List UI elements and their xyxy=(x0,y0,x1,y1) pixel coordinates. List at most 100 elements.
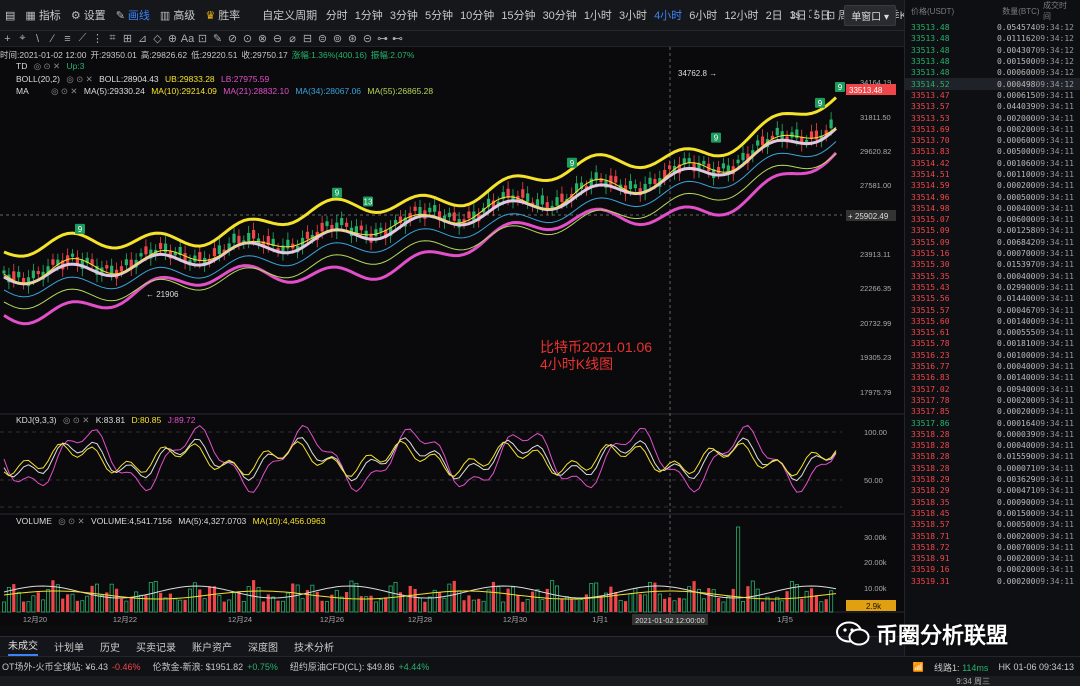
fullscreen-icon[interactable]: ⛶ xyxy=(809,9,817,22)
trade-row[interactable]: 33513.48 0.001500 09:34:12 xyxy=(905,56,1080,67)
draw-tool-icon[interactable]: ⊛ xyxy=(345,32,360,45)
trade-row[interactable]: 33515.57 0.000467 09:34:11 xyxy=(905,304,1080,315)
draw-tool-icon[interactable]: ⌀ xyxy=(285,32,300,45)
draw-tool-icon[interactable]: ⊖ xyxy=(270,32,285,45)
draw-tool-icon[interactable]: + xyxy=(0,33,15,45)
kline-chart[interactable]: 9 9 13 9 9 9 9 34762.8 → ← 21906 34164.19 31811.50… xyxy=(0,47,904,625)
draw-tool-icon[interactable]: ⊞ xyxy=(120,32,135,45)
trade-row[interactable]: 33514.96 0.000500 09:34:11 xyxy=(905,191,1080,202)
trade-row[interactable]: 33515.09 0.001258 09:34:11 xyxy=(905,225,1080,236)
period-tab[interactable]: 2日 xyxy=(766,7,783,23)
trade-row[interactable]: 33517.85 0.000200 09:34:11 xyxy=(905,406,1080,417)
trade-row[interactable]: 33514.52 0.000498 09:34:12 xyxy=(905,78,1080,90)
ticker-item[interactable]: 伦敦金-新浪: $1951.82 +0.75% xyxy=(153,660,278,673)
trade-row[interactable]: 33518.28 0.000071 09:34:11 xyxy=(905,463,1080,474)
bottom-tab[interactable]: 买卖记录 xyxy=(136,639,176,654)
draw-tool-icon[interactable]: ⊿ xyxy=(135,32,150,45)
trade-row[interactable]: 33516.23 0.001000 09:34:11 xyxy=(905,350,1080,361)
draw-tool-icon[interactable]: ⊘ xyxy=(225,32,240,45)
trade-row[interactable]: 33514.51 0.001100 09:34:11 xyxy=(905,169,1080,180)
trade-row[interactable]: 33513.47 0.000615 09:34:11 xyxy=(905,90,1080,101)
trade-row[interactable]: 33513.69 0.000200 09:34:11 xyxy=(905,124,1080,135)
draw-tool-icon[interactable]: ⌖ xyxy=(15,32,30,45)
period-tab[interactable]: 3小时 xyxy=(619,7,647,23)
toolbar-gear-button[interactable]: ⚙ 设置 xyxy=(71,7,106,23)
period-tab[interactable]: 分时 xyxy=(326,7,348,23)
draw-tool-icon[interactable]: ⊶ xyxy=(375,32,390,45)
trade-row[interactable]: 33517.78 0.000200 09:34:11 xyxy=(905,395,1080,406)
line-status[interactable]: 线路1: 114ms xyxy=(934,661,988,674)
trade-row[interactable]: 33517.86 0.000164 09:34:11 xyxy=(905,417,1080,428)
trade-row[interactable]: 33518.91 0.000200 09:34:11 xyxy=(905,553,1080,564)
draw-tool-icon[interactable]: ✎ xyxy=(210,32,225,45)
trade-row[interactable]: 33518.57 0.000500 09:34:11 xyxy=(905,519,1080,530)
trade-row[interactable]: 33517.02 0.009400 09:34:11 xyxy=(905,384,1080,395)
toolbar-chart-bars-button[interactable]: ▦ 指标 xyxy=(25,7,60,23)
bottom-tab[interactable]: 账户资产 xyxy=(192,639,232,654)
period-tab[interactable]: 1小时 xyxy=(584,7,612,23)
period-tab[interactable]: 10分钟 xyxy=(460,7,494,23)
trade-row[interactable]: 33515.09 0.006842 09:34:11 xyxy=(905,237,1080,248)
trade-row[interactable]: 33515.35 0.000400 09:34:11 xyxy=(905,271,1080,282)
trade-row[interactable]: 33514.42 0.001060 09:34:11 xyxy=(905,158,1080,169)
ticker-item[interactable]: 纽约原油CFD(CL): $49.86 +4.44% xyxy=(290,660,429,673)
trade-row[interactable]: 33518.29 0.000471 09:34:11 xyxy=(905,485,1080,496)
interval-label[interactable]: 1s xyxy=(790,10,801,21)
draw-tool-icon[interactable]: ⊜ xyxy=(315,32,330,45)
trade-row[interactable]: 33518.28 0.000400 09:34:11 xyxy=(905,440,1080,451)
trade-row[interactable]: 33516.83 0.001400 09:34:11 xyxy=(905,372,1080,383)
draw-tool-icon[interactable]: ⊙ xyxy=(240,32,255,45)
draw-tool-icon[interactable]: ∕ xyxy=(45,33,60,45)
trade-row[interactable]: 33515.30 0.015397 09:34:11 xyxy=(905,259,1080,270)
trade-row[interactable]: 33513.48 0.004307 09:34:12 xyxy=(905,45,1080,56)
trade-row[interactable]: 33516.77 0.000400 09:34:11 xyxy=(905,361,1080,372)
trade-row[interactable]: 33515.07 0.006000 09:34:11 xyxy=(905,214,1080,225)
draw-tool-icon[interactable]: ⋮ xyxy=(90,32,105,45)
trade-row[interactable]: 33515.61 0.000555 09:34:11 xyxy=(905,327,1080,338)
period-tab[interactable]: 30分钟 xyxy=(543,7,577,23)
crosshair-tool[interactable]: ▤ xyxy=(5,9,15,22)
toolbar-trophy-button[interactable]: ♛ 胜率 xyxy=(205,7,240,23)
custom-period-button[interactable]: 自定义周期 xyxy=(262,7,317,23)
draw-tool-icon[interactable]: ⊗ xyxy=(255,32,270,45)
draw-tool-icon[interactable]: ◇ xyxy=(150,32,165,45)
draw-tool-icon[interactable]: ⊟ xyxy=(300,32,315,45)
period-tab[interactable]: 6小时 xyxy=(689,7,717,23)
bottom-tab[interactable]: 历史 xyxy=(100,639,120,654)
trade-row[interactable]: 33515.16 0.000700 09:34:11 xyxy=(905,248,1080,259)
trade-row[interactable]: 33513.83 0.005000 09:34:11 xyxy=(905,146,1080,157)
trade-row[interactable]: 33519.16 0.000200 09:34:11 xyxy=(905,564,1080,575)
period-tab[interactable]: 15分钟 xyxy=(501,7,535,23)
trade-row[interactable]: 33519.31 0.000200 09:34:11 xyxy=(905,576,1080,587)
bottom-tab[interactable]: 深度图 xyxy=(248,639,278,654)
camera-icon[interactable]: ⊡ xyxy=(826,9,835,22)
trade-row[interactable]: 33515.43 0.029900 09:34:11 xyxy=(905,282,1080,293)
draw-tool-icon[interactable]: Aa xyxy=(180,33,195,45)
period-tab[interactable]: 12小时 xyxy=(724,7,758,23)
draw-tool-icon[interactable]: ⊝ xyxy=(360,32,375,45)
toolbar-candle-button[interactable]: ▥ 高级 xyxy=(160,7,195,23)
ticker-item[interactable]: OT场外-火币全球站: ¥6.43 -0.46% xyxy=(2,660,141,673)
trade-row[interactable]: 33513.48 0.000600 09:34:12 xyxy=(905,67,1080,78)
draw-tool-icon[interactable]: ⊚ xyxy=(330,32,345,45)
trade-row[interactable]: 33513.48 0.054574 09:34:12 xyxy=(905,22,1080,33)
trade-row[interactable]: 33513.53 0.002000 09:34:11 xyxy=(905,112,1080,123)
trade-row[interactable]: 33518.71 0.000200 09:34:11 xyxy=(905,530,1080,541)
trade-row[interactable]: 33513.48 0.011162 09:34:12 xyxy=(905,33,1080,44)
period-tab[interactable]: 3分钟 xyxy=(390,7,418,23)
draw-tool-icon[interactable]: ⊷ xyxy=(390,32,405,45)
bottom-tab[interactable]: 技术分析 xyxy=(294,639,334,654)
period-tab[interactable]: 5分钟 xyxy=(425,7,453,23)
period-tab[interactable]: 4小时 xyxy=(654,7,682,23)
toolbar-pen-button[interactable]: ✎ 画线 xyxy=(116,7,150,23)
trade-row[interactable]: 33513.57 0.044039 09:34:11 xyxy=(905,101,1080,112)
trade-row[interactable]: 33515.78 0.001810 09:34:11 xyxy=(905,338,1080,349)
draw-tool-icon[interactable]: \ xyxy=(30,33,45,45)
draw-tool-icon[interactable]: ⟋ xyxy=(75,32,90,45)
draw-tool-icon[interactable]: ⊡ xyxy=(195,32,210,45)
draw-tool-icon[interactable]: ⊕ xyxy=(165,32,180,45)
trade-row[interactable]: 33518.28 0.000039 09:34:11 xyxy=(905,429,1080,440)
trade-row[interactable]: 33513.70 0.000600 09:34:11 xyxy=(905,135,1080,146)
trade-row[interactable]: 33514.59 0.000200 09:34:11 xyxy=(905,180,1080,191)
trade-row[interactable]: 33518.29 0.003629 09:34:11 xyxy=(905,474,1080,485)
